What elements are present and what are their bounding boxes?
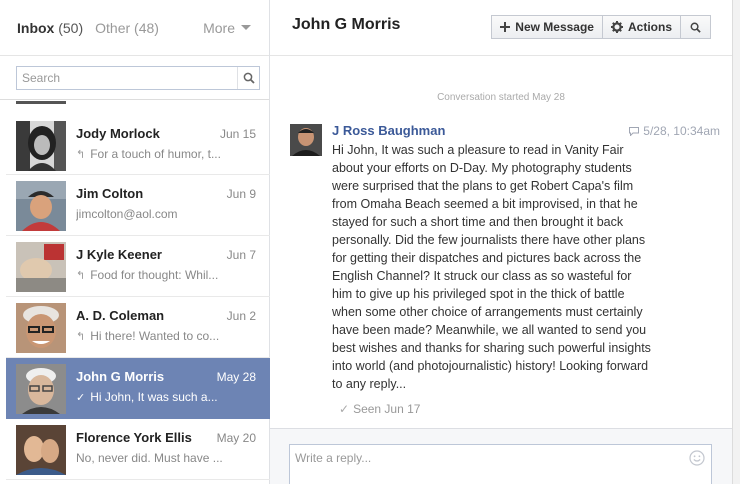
- thread-name: John G Morris: [76, 369, 165, 384]
- thread-snippet: ↰ Hi there! Wanted to co...: [76, 329, 226, 343]
- thread-row[interactable]: J Kyle Keener Jun 7 ↰ Food for thought: W…: [6, 236, 270, 297]
- new-message-button[interactable]: New Message: [491, 15, 603, 39]
- thread-name: Jim Colton: [76, 186, 144, 201]
- conversation-toolbar: New Message Actions: [491, 15, 711, 39]
- tab-inbox[interactable]: Inbox (50): [17, 20, 83, 36]
- thread-date: Jun 9: [226, 187, 256, 201]
- avatar: [16, 242, 66, 292]
- thread-list: Jody Morlock Jun 15 ↰ For a touch of humo…: [6, 101, 270, 484]
- thread-row[interactable]: Florence York Ellis May 20 No, never did…: [6, 419, 270, 480]
- thread-snippet-text: Hi John, It was such a...: [90, 390, 218, 404]
- message-line: English Channel? It struck our class as …: [332, 269, 632, 283]
- thread-snippet: ↰ For a touch of humor, t...: [76, 147, 226, 161]
- seen-indicator: ✓ Seen Jun 17: [339, 402, 420, 416]
- reply-input[interactable]: [290, 445, 670, 483]
- smiley-icon[interactable]: [689, 450, 705, 466]
- thread-snippet: No, never did. Must have ...: [76, 451, 226, 465]
- message-body: Hi John, It was such a pleasure to read …: [332, 141, 672, 393]
- thread-row-partial[interactable]: [6, 101, 270, 104]
- thread-row[interactable]: A. D. Coleman Jun 2 ↰ Hi there! Wanted to…: [6, 297, 270, 358]
- sender-avatar[interactable]: [290, 124, 322, 156]
- checkmark-icon: ✓: [76, 391, 86, 404]
- search-bar: [0, 56, 269, 100]
- avatar: [16, 181, 66, 231]
- message-line: Hi John, It was such a pleasure to read …: [332, 143, 624, 157]
- thread-date: May 28: [216, 370, 256, 384]
- search-button[interactable]: [237, 67, 259, 89]
- gear-icon: [610, 21, 623, 33]
- message-line: when some other choice of arrangements m…: [332, 305, 643, 319]
- thread-row-selected[interactable]: John G Morris May 28 ✓ Hi John, It was su…: [6, 358, 270, 419]
- message-line: him to give up his privileged spot in th…: [332, 287, 625, 301]
- thread-sidebar: Inbox (50) Other (48) More Jody Morlock …: [0, 0, 270, 484]
- message-line: to any reply...: [332, 377, 407, 391]
- thread-snippet-text: Food for thought: Whil...: [90, 268, 219, 282]
- thread-snippet-text: jimcolton@aol.com: [76, 207, 178, 221]
- reply-box: [289, 444, 712, 484]
- conversation-title: John G Morris: [292, 16, 401, 33]
- message-line: have been made? Meanwhile, we all wanted…: [332, 323, 647, 337]
- message-author-link[interactable]: J Ross Baughman: [332, 123, 445, 138]
- message-timestamp: 5/28, 10:34am: [629, 124, 720, 138]
- speech-bubble-icon: [629, 126, 640, 136]
- avatar: [16, 121, 66, 171]
- thread-snippet-text: For a touch of humor, t...: [90, 147, 221, 161]
- message-line: personally. Did the few journalists ther…: [332, 233, 646, 247]
- thread-snippet: jimcolton@aol.com: [76, 207, 226, 221]
- thread-name: Florence York Ellis: [76, 430, 192, 445]
- avatar: [16, 303, 66, 353]
- message-line: were surprised that the plans to get Rob…: [332, 179, 634, 193]
- avatar: [16, 425, 66, 475]
- message-line: about your efforts on D-Day. My photogra…: [332, 161, 632, 175]
- message-line: from Omaha Beach seemed a bit improvised…: [332, 197, 638, 211]
- plus-icon: [500, 22, 511, 32]
- search-input[interactable]: [17, 67, 237, 89]
- search-box: [16, 66, 260, 90]
- window-edge: [732, 0, 740, 484]
- avatar-partial: [16, 101, 66, 104]
- message-line: best wishes and thanks for sharing such …: [332, 341, 651, 355]
- thread-date: Jun 2: [226, 309, 256, 323]
- actions-label: Actions: [627, 20, 672, 34]
- message-line: into world (and photojournalistic) histo…: [332, 359, 649, 373]
- thread-snippet-text: No, never did. Must have ...: [76, 451, 223, 465]
- thread-row[interactable]: Jim Colton Jun 9 jimcolton@aol.com: [6, 175, 270, 236]
- thread-date: Jun 15: [219, 127, 256, 141]
- caret-down-icon: [241, 25, 251, 30]
- message-line: for getting their dispatches and picture…: [332, 251, 642, 265]
- thread-snippet: ✓ Hi John, It was such a...: [76, 390, 226, 404]
- tab-inbox-label: Inbox: [17, 19, 55, 36]
- thread-name: A. D. Coleman: [76, 308, 165, 323]
- mailbox-tabs: Inbox (50) Other (48) More: [0, 0, 269, 56]
- thread-date: Jun 7: [226, 248, 256, 262]
- search-conversation-button[interactable]: [681, 15, 711, 39]
- search-icon: [690, 22, 701, 33]
- thread-name: J Kyle Keener: [76, 247, 162, 262]
- conversation-header: John G Morris New Message Actions: [270, 0, 732, 56]
- reply-composer: [270, 428, 732, 484]
- conversation-pane: John G Morris New Message Actions Conver…: [270, 0, 732, 484]
- more-dropdown[interactable]: More: [203, 20, 251, 36]
- avatar: [16, 364, 66, 414]
- new-message-label: New Message: [515, 20, 594, 34]
- reply-arrow-icon: ↰: [76, 148, 86, 161]
- more-label: More: [203, 19, 235, 36]
- tab-other[interactable]: Other (48): [95, 20, 159, 36]
- inbox-count: (50): [58, 19, 84, 36]
- actions-button[interactable]: Actions: [602, 15, 681, 39]
- message-time-text: 5/28, 10:34am: [643, 124, 720, 138]
- thread-date: May 20: [216, 431, 256, 445]
- seen-text: Seen Jun 17: [353, 402, 421, 416]
- checkmark-icon: ✓: [339, 402, 350, 416]
- message-line: stayed for such a short time and then br…: [332, 215, 624, 229]
- search-icon: [243, 72, 255, 84]
- thread-row[interactable]: Jody Morlock Jun 15 ↰ For a touch of humo…: [6, 115, 270, 175]
- conversation-started-label: Conversation started May 28: [437, 92, 565, 103]
- reply-arrow-icon: ↰: [76, 330, 86, 343]
- thread-snippet-text: Hi there! Wanted to co...: [90, 329, 220, 343]
- thread-snippet: ↰ Food for thought: Whil...: [76, 268, 226, 282]
- thread-name: Jody Morlock: [76, 126, 160, 141]
- reply-arrow-icon: ↰: [76, 269, 86, 282]
